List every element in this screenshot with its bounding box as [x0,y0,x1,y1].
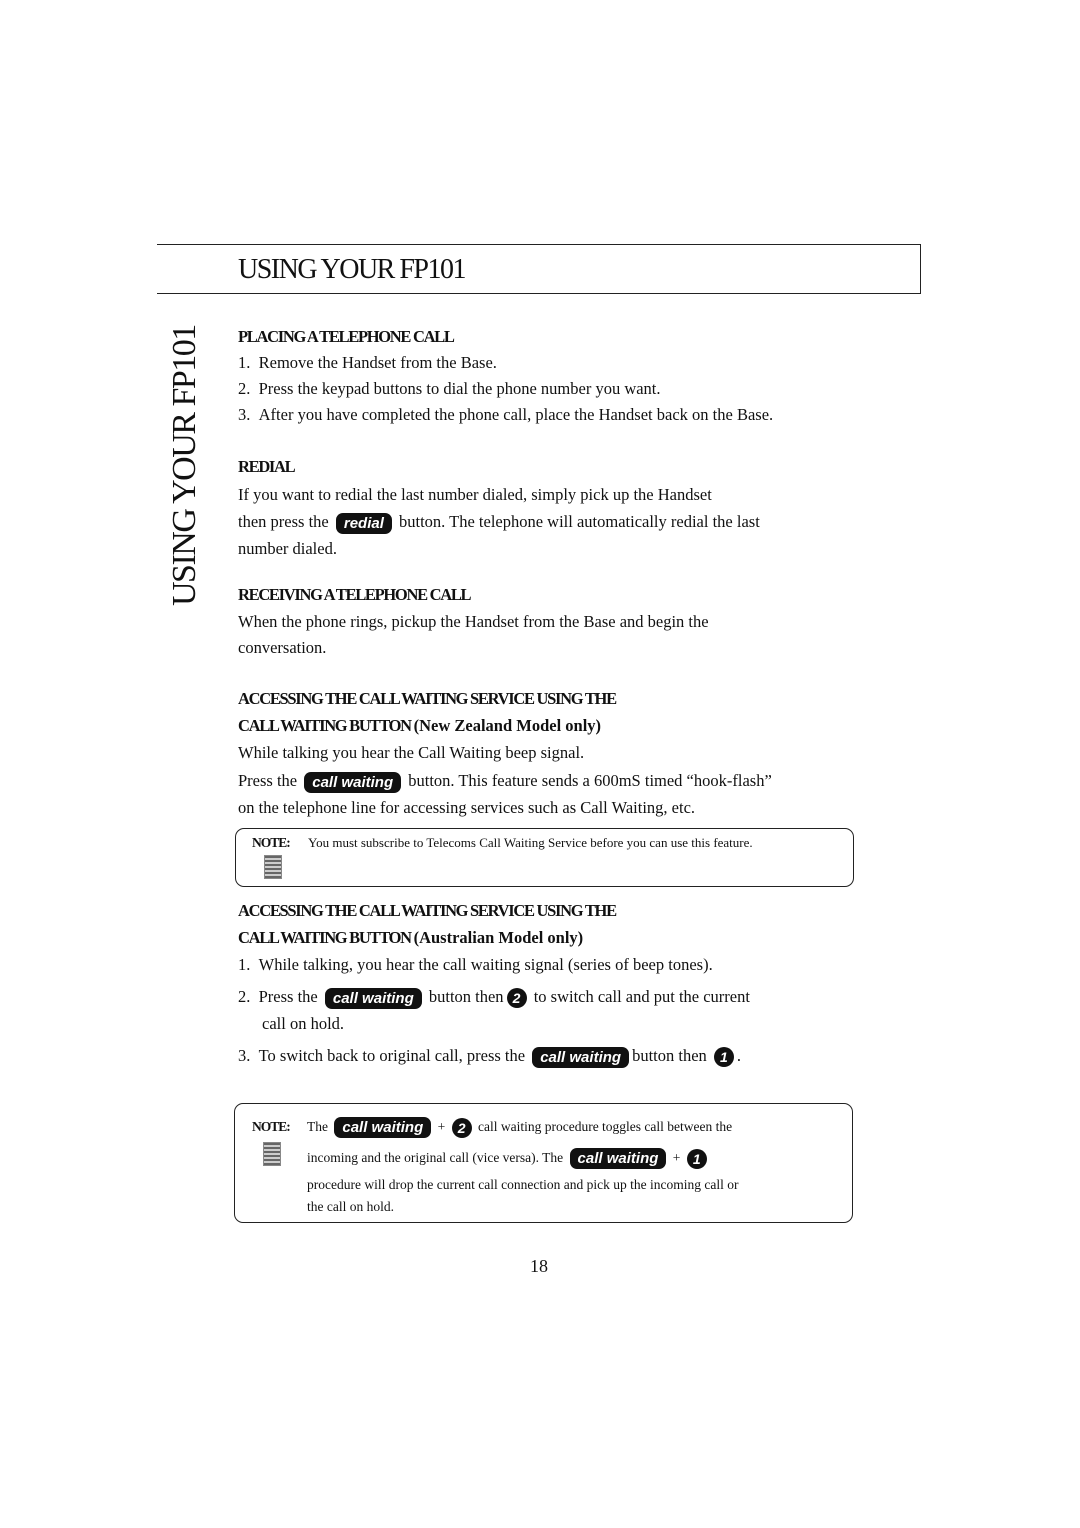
step: 1. Remove the Handset from the Base. [238,353,497,372]
note-document-icon [263,1142,281,1166]
note-box: NOTE: The call waiting + 2 call waiting … [234,1103,853,1223]
key-1-icon: 1 [686,1148,707,1169]
paragraph: While talking you hear the Call Waiting … [238,743,585,762]
note-document-icon [264,855,282,879]
step: 3. After you have completed the phone ca… [238,405,774,424]
note-label: NOTE: [252,835,291,850]
step: 2. Press the keypad buttons to dial the … [238,379,661,398]
paragraph: When the phone rings, pickup the Handset… [238,612,709,631]
step: 2. Press the call waiting button then 2 t… [238,987,750,1009]
heading-nz-2: CALL WAITING BUTTON (New Zealand Model o… [238,716,602,735]
call-waiting-button-icon: call waiting [569,1148,667,1170]
side-tab-title: USING YOUR FP101 [166,325,203,606]
key-1-icon: 1 [713,1047,734,1068]
paragraph: Press the call waiting button. This feat… [238,771,772,793]
heading-redial: REDIAL [238,457,296,476]
heading-au: ACCESSING THE CALL WAITING SERVICE USING… [238,901,617,920]
call-waiting-button-icon: call waiting [304,771,402,793]
heading-receiving: RECEIVING A TELEPHONE CALL [238,585,472,604]
step-continued: call on hold. [262,1014,345,1033]
call-waiting-button-icon: call waiting [324,987,422,1009]
page-number: 18 [530,1256,548,1276]
note-text: You must subscribe to Telecoms Call Wait… [308,835,753,850]
note-line: the call on hold. [307,1199,394,1214]
paragraph: If you want to redial the last number di… [238,485,712,504]
note-line: The call waiting + 2 call waiting proced… [307,1117,733,1139]
heading-au-2: CALL WAITING BUTTON (Australian Model on… [238,928,584,947]
heading-nz: ACCESSING THE CALL WAITING SERVICE USING… [238,689,617,708]
key-2-icon: 2 [506,988,527,1009]
page-title: USING YOUR FP101 [238,254,467,285]
note-line: procedure will drop the current call con… [307,1177,739,1192]
paragraph: on the telephone line for accessing serv… [238,798,696,817]
key-2-icon: 2 [451,1117,472,1138]
note-box: NOTE: You must subscribe to Telecoms Cal… [235,828,854,887]
redial-button-icon: redial [335,512,392,534]
step: 1. While talking, you hear the call wait… [238,955,713,974]
paragraph: conversation. [238,638,327,657]
call-waiting-button-icon: call waiting [334,1117,432,1139]
paragraph: number dialed. [238,539,337,558]
note-label: NOTE: [252,1119,291,1134]
heading-placing: PLACING A TELEPHONE CALL [238,327,455,346]
call-waiting-button-icon: call waiting [532,1046,630,1068]
note-line: incoming and the original call (vice ver… [307,1148,710,1170]
step: 3. To switch back to original call, pres… [238,1046,742,1068]
paragraph: then press the redial button. The teleph… [238,512,760,534]
